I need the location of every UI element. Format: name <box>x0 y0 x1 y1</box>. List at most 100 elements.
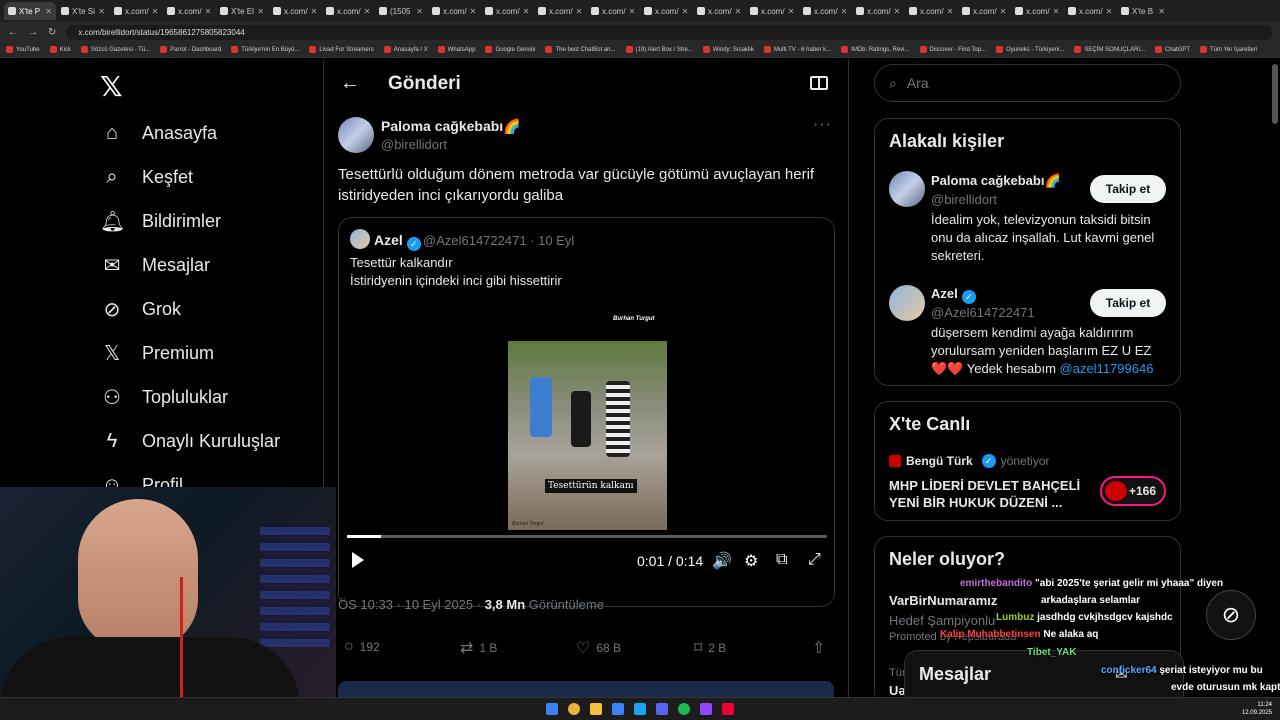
browser-tab[interactable]: x.com/✕ <box>958 2 1010 20</box>
bookmark-item[interactable]: The best ChatBot an... <box>545 46 616 53</box>
telegram-icon[interactable] <box>634 703 646 715</box>
fullscreen-icon[interactable]: ⤢ <box>808 551 821 569</box>
system-clock[interactable]: 11:24 12.09.2025 <box>1242 701 1272 717</box>
live-listener-badge[interactable]: +166 <box>1100 476 1166 506</box>
bookmark-item[interactable]: Multi TV - 6 haber k... <box>763 46 831 53</box>
browser-tab[interactable]: (1505 ✕ <box>375 2 427 20</box>
browser-tab[interactable]: x.com/✕ <box>799 2 851 20</box>
browser-tab[interactable]: X'te B ✕ <box>1117 2 1169 20</box>
chrome-icon[interactable] <box>568 703 580 715</box>
tab-close-icon[interactable]: ✕ <box>629 7 636 16</box>
browser-tab[interactable]: X'te Si ✕ <box>57 2 109 20</box>
bookmark-item[interactable]: Windy: Sıcaklık <box>702 46 754 53</box>
tab-close-icon[interactable]: ✕ <box>311 7 318 16</box>
bookmark-item[interactable]: ChatGPT <box>1155 46 1190 53</box>
nav-item-onaylı-kuruluşlar[interactable]: ϟ Onaylı Kuruluşlar <box>100 426 280 456</box>
tab-close-icon[interactable]: ✕ <box>788 7 795 16</box>
post-author-name[interactable]: Paloma cağkebabı🌈 <box>381 118 521 135</box>
tab-close-icon[interactable]: ✕ <box>98 7 105 16</box>
scrollbar[interactable] <box>1272 64 1278 124</box>
search-input[interactable]: ⌕ Ara <box>874 64 1181 102</box>
settings-gear-icon[interactable]: ⚙ <box>744 551 758 571</box>
x-logo-icon[interactable]: 𝕏 <box>100 70 123 103</box>
bio-link[interactable]: @azel11799646 <box>1060 361 1154 376</box>
video-player[interactable]: Burhan Turgut Tesettürün kalkanı Burhan … <box>339 298 834 606</box>
reader-mode-icon[interactable] <box>810 76 828 90</box>
follow-button-1[interactable]: Takip et <box>1090 175 1166 203</box>
bookmark-item[interactable]: YouTube <box>6 46 40 53</box>
bookmark-item[interactable]: Sözcü Gazetesi - Tü... <box>80 46 150 53</box>
edge-icon[interactable] <box>612 703 624 715</box>
forward-nav-icon[interactable]: → <box>28 27 38 38</box>
browser-tab[interactable]: x.com/✕ <box>640 2 692 20</box>
live-headline[interactable]: MHP LİDERİ DEVLET BAHÇELİ YENİ BİR HUKUK… <box>889 477 1089 511</box>
reply-button[interactable]: ○ 192 <box>344 638 380 656</box>
tab-close-icon[interactable]: ✕ <box>470 7 477 16</box>
trend-item-1[interactable]: VarBirNumaramız <box>889 593 997 608</box>
tab-close-icon[interactable]: ✕ <box>735 7 742 16</box>
tab-close-icon[interactable]: ✕ <box>894 7 901 16</box>
browser-tab[interactable]: x.com/✕ <box>693 2 745 20</box>
post-author-handle[interactable]: @birellidort <box>381 137 447 152</box>
bookmark-item[interactable]: Parrot - Dashboard <box>160 46 221 53</box>
share-button[interactable]: ⇧ <box>812 638 825 658</box>
start-icon[interactable] <box>546 703 558 715</box>
back-arrow-icon[interactable]: ← <box>340 72 360 95</box>
obs-icon[interactable] <box>700 703 712 715</box>
tab-close-icon[interactable]: ✕ <box>841 7 848 16</box>
bookmark-item[interactable]: Discover - Find Top... <box>919 46 986 53</box>
tab-close-icon[interactable]: ✕ <box>682 7 689 16</box>
video-progress-bar[interactable] <box>347 535 827 538</box>
tab-close-icon[interactable]: ✕ <box>1158 7 1165 16</box>
related-handle-1[interactable]: @birellidort <box>931 192 997 207</box>
nav-item-anasayfa[interactable]: ⌂ Anasayfa <box>100 118 217 148</box>
bookmark-item[interactable]: Tüm Yer İşaretleri <box>1200 46 1257 53</box>
related-name-2[interactable]: Azel ✓ <box>931 286 976 304</box>
tab-close-icon[interactable]: ✕ <box>1106 7 1113 16</box>
like-button[interactable]: ♡ 68 B <box>576 638 621 658</box>
nav-item-premium[interactable]: 𝕏 Premium <box>100 338 214 368</box>
post-author-avatar[interactable] <box>338 117 374 153</box>
nav-item-topluluklar[interactable]: ⚇ Topluluklar <box>100 382 228 412</box>
browser-tab[interactable]: x.com/✕ <box>852 2 904 20</box>
browser-tab[interactable]: x.com/✕ <box>534 2 586 20</box>
bookmark-item[interactable]: SEÇİM SONUÇLARI... <box>1074 46 1145 53</box>
bookmark-item[interactable]: (19) Alert Box / Stre... <box>625 46 693 53</box>
live-host[interactable]: Bengü Türk ✓ yönetiyor <box>889 454 1049 468</box>
bookmark-item[interactable]: Türkiye'nin En Büyü... <box>231 46 299 53</box>
tab-close-icon[interactable]: ✕ <box>45 7 52 16</box>
nav-item-keşfet[interactable]: ⌕ Keşfet <box>100 162 193 192</box>
browser-tab[interactable]: x.com/✕ <box>1011 2 1063 20</box>
volume-icon[interactable]: 🔊 <box>712 551 732 571</box>
bookmark-item[interactable]: Oyuneks - Türkiyeni... <box>996 46 1064 53</box>
browser-tab[interactable]: x.com/✕ <box>746 2 798 20</box>
follow-button-2[interactable]: Takip et <box>1090 289 1166 317</box>
nav-item-mesajlar[interactable]: ✉ Mesajlar <box>100 250 210 280</box>
back-nav-icon[interactable]: ← <box>8 27 18 38</box>
bookmark-item[interactable]: Anasayfa / X <box>383 46 428 53</box>
play-icon[interactable] <box>352 552 364 568</box>
browser-tab[interactable]: X'te P ✕ <box>4 2 56 20</box>
bookmark-item[interactable]: WhatsApp <box>437 46 475 53</box>
bookmark-item[interactable]: Livad For Streamers <box>309 46 374 53</box>
bookmark-item[interactable]: IMDb: Ratings, Revi... <box>841 46 910 53</box>
bookmark-button[interactable]: ⌑ 2 B <box>694 638 726 658</box>
bookmark-item[interactable]: Kick <box>49 46 71 53</box>
spotify-icon[interactable] <box>678 703 690 715</box>
picture-in-picture-icon[interactable]: ⧉ <box>776 551 787 569</box>
repost-button[interactable]: ⇄ 1 B <box>460 638 497 658</box>
browser-tab[interactable]: x.com/✕ <box>428 2 480 20</box>
url-field[interactable]: x.com/birellidort/status/196586127580582… <box>66 24 1272 40</box>
browser-tab[interactable]: X'te El ✕ <box>216 2 268 20</box>
browser-tab[interactable]: x.com/✕ <box>481 2 533 20</box>
tab-close-icon[interactable]: ✕ <box>1000 7 1007 16</box>
more-options-icon[interactable]: ··· <box>813 116 832 134</box>
tab-close-icon[interactable]: ✕ <box>523 7 530 16</box>
tab-close-icon[interactable]: ✕ <box>152 7 159 16</box>
bookmark-item[interactable]: Google Gemini <box>485 46 535 53</box>
tab-close-icon[interactable]: ✕ <box>576 7 583 16</box>
browser-tab[interactable]: x.com/✕ <box>110 2 162 20</box>
nav-item-grok[interactable]: ⊘ Grok <box>100 294 181 324</box>
browser-tab[interactable]: x.com/✕ <box>587 2 639 20</box>
tab-close-icon[interactable]: ✕ <box>1053 7 1060 16</box>
